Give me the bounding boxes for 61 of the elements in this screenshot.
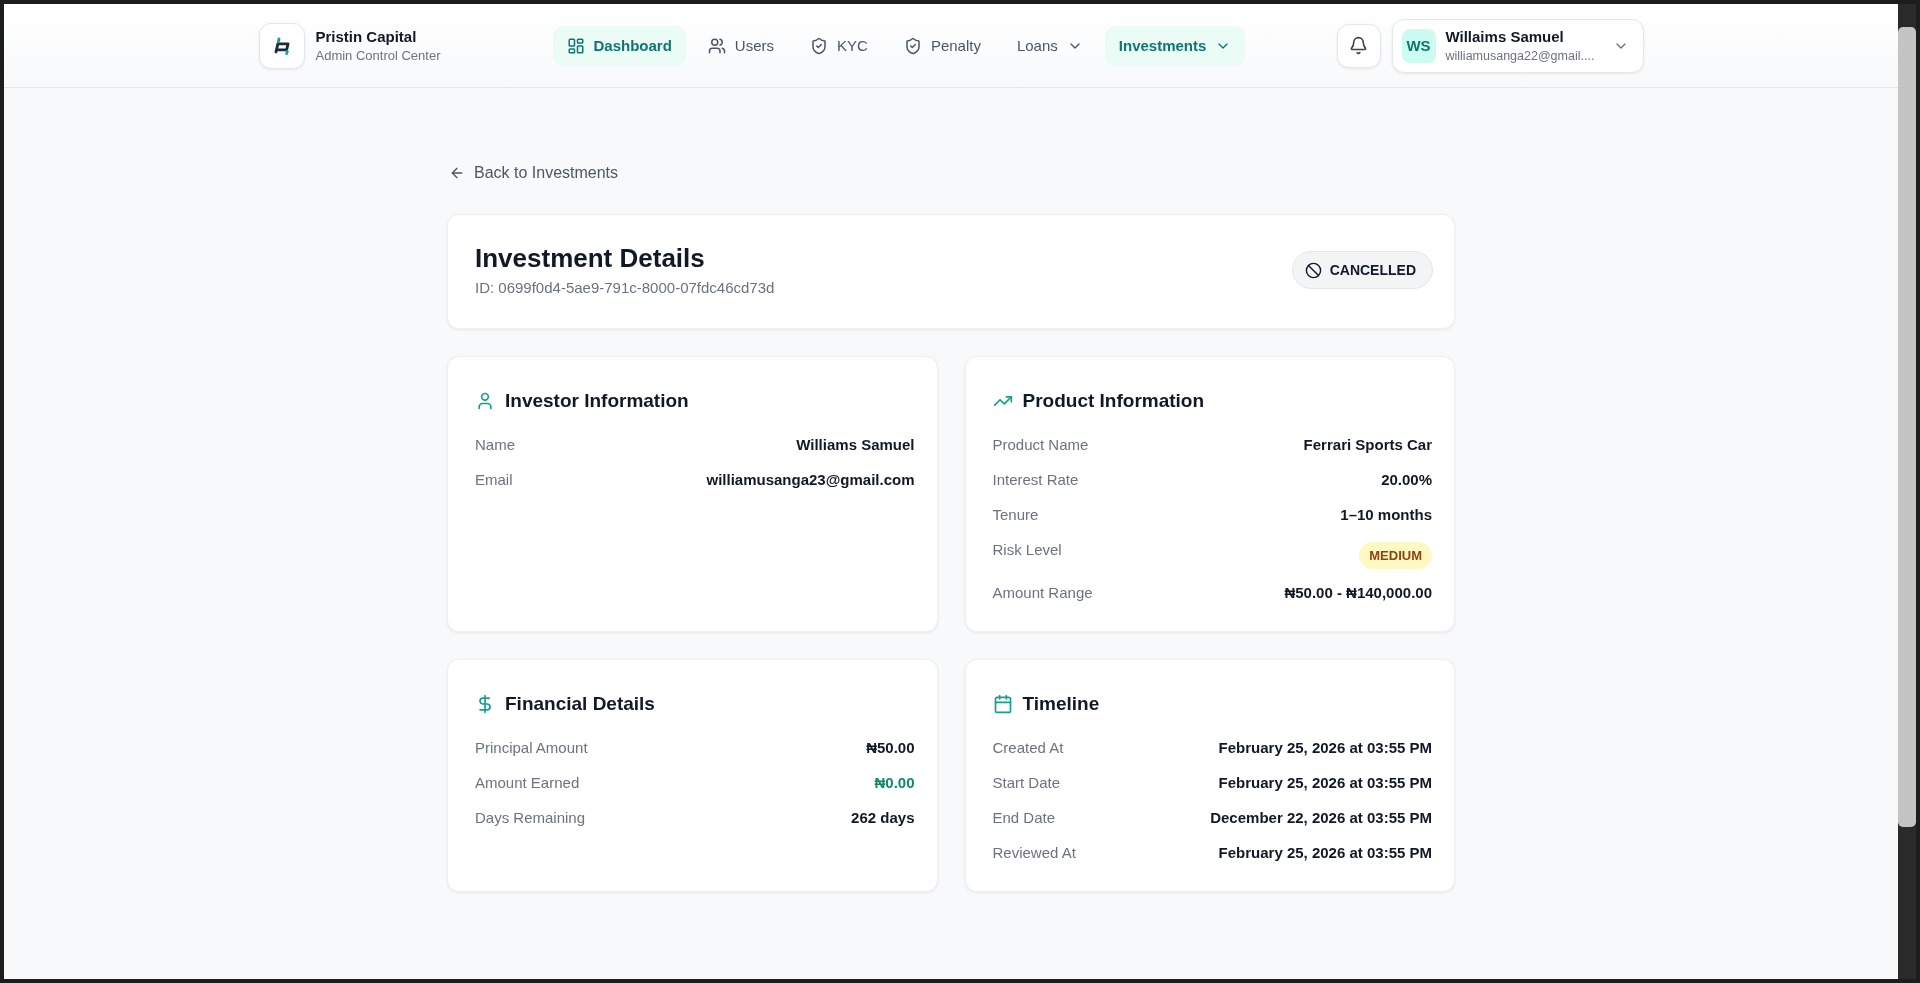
bell-icon <box>1349 36 1368 55</box>
nav-link[interactable]: Investments <box>1104 25 1246 66</box>
field-value: williamusanga23@gmail.com <box>706 470 915 490</box>
field-label: Principal Amount <box>475 738 588 758</box>
user-menu-button[interactable]: WS Willaims Samuel williamusanga22@gmail.... <box>1391 18 1644 73</box>
field-label: Risk Level <box>992 540 1062 560</box>
scrollbar-track[interactable] <box>1898 4 1916 979</box>
field-value: February 25, 2026 at 03:55 PM <box>1218 843 1432 863</box>
field-value: 262 days <box>851 808 915 828</box>
shield-check-icon <box>903 36 922 55</box>
field-label: Amount Range <box>992 583 1093 603</box>
field-value: December 22, 2026 at 03:55 PM <box>1210 808 1432 828</box>
person-icon <box>475 391 495 411</box>
field-value: 20.00% <box>1381 470 1432 490</box>
field-value: ₦0.00 <box>874 773 915 793</box>
scrollbar-thumb[interactable] <box>1898 27 1916 827</box>
ban-icon <box>1304 261 1322 279</box>
field-value: February 25, 2026 at 03:55 PM <box>1218 773 1432 793</box>
field-label: Email <box>475 470 513 490</box>
nav-link[interactable]: Penalty <box>889 25 995 66</box>
field-label: Reviewed At <box>992 843 1076 863</box>
grid-icon <box>566 36 585 55</box>
field-value: ₦50.00 <box>866 738 915 758</box>
field-value: Ferrari Sports Car <box>1303 435 1432 455</box>
field-label: Name <box>475 435 515 455</box>
shield-check-icon <box>810 36 829 55</box>
page-title: Investment Details <box>475 242 706 274</box>
nav-link[interactable]: KYC <box>796 25 882 66</box>
calendar-icon <box>992 694 1013 714</box>
field-label: Created At <box>992 738 1064 758</box>
nav-link[interactable]: Loans <box>1002 25 1097 66</box>
field-label: Days Remaining <box>475 808 586 828</box>
card-title: Investor Information <box>505 390 689 412</box>
field-value: 1–10 months <box>1340 505 1432 525</box>
investment-id: ID: 0699f0d4-5ae9-791c-8000-07fdc46cd73d <box>475 278 775 298</box>
field-label: Product Name <box>992 435 1089 455</box>
field-value: February 25, 2026 at 03:55 PM <box>1218 738 1432 758</box>
user-name: Willaims Samuel <box>1445 26 1564 47</box>
field-value: ₦50.00 - ₦140,000.00 <box>1284 583 1432 603</box>
nav-link[interactable]: Dashboard <box>552 25 686 66</box>
field-value: Williams Samuel <box>796 435 915 455</box>
user-email: williamusanga22@gmail.... <box>1445 47 1595 65</box>
users-icon <box>707 36 726 55</box>
brand-name: Pristin Capital <box>315 26 418 47</box>
card-title: Timeline <box>1022 693 1100 715</box>
card-title: Product Information <box>1022 390 1205 412</box>
logo-icon <box>258 22 305 69</box>
arrow-left-icon <box>449 165 465 181</box>
nav-link[interactable]: Users <box>693 25 789 66</box>
status-text: CANCELLED <box>1329 262 1416 278</box>
back-link[interactable]: Back to Investments <box>449 161 619 185</box>
brand-subtitle: Admin Control Center <box>315 46 441 65</box>
field-label: End Date <box>992 808 1056 828</box>
field-label: Start Date <box>992 773 1061 793</box>
card-title: Financial Details <box>505 693 655 715</box>
field-label: Tenure <box>992 505 1039 525</box>
field-label: Interest Rate <box>992 470 1079 490</box>
field-label: Amount Earned <box>475 773 580 793</box>
notification-button[interactable] <box>1336 23 1381 68</box>
risk-level-badge: MEDIUM <box>1359 542 1432 569</box>
user-avatar: WS <box>1401 28 1436 63</box>
